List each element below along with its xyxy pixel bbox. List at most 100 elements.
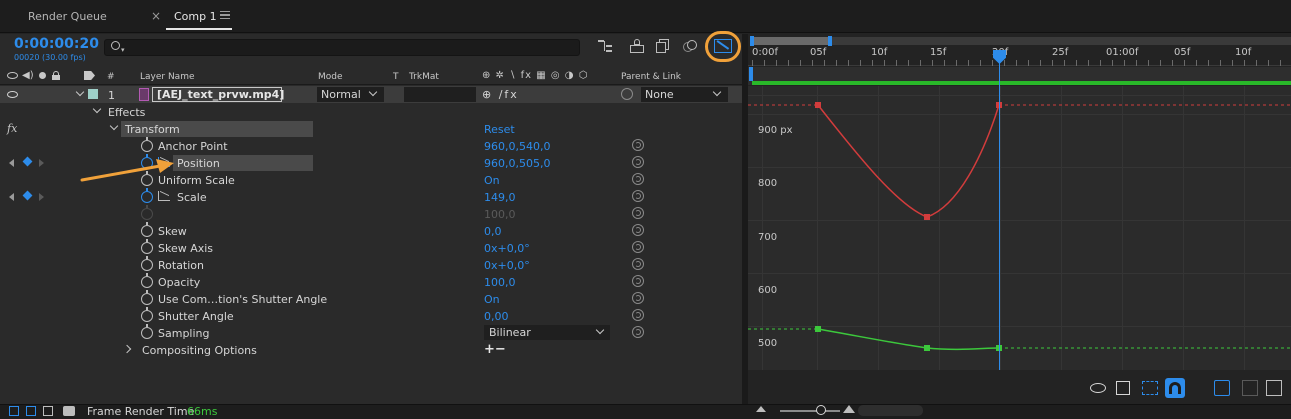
transform-row[interactable]: fx Transform Reset: [0, 121, 742, 138]
anchor-point-stopwatch-icon[interactable]: [141, 137, 153, 152]
transform-box-icon[interactable]: [1142, 381, 1158, 395]
compositing-options-row[interactable]: Compositing Options +−: [0, 342, 742, 359]
compositing-expand-caret[interactable]: [122, 344, 132, 354]
render-time-icon[interactable]: [63, 406, 75, 416]
solo-icon[interactable]: [39, 72, 46, 79]
rotation-row[interactable]: Rotation 0x+0,0°: [0, 256, 742, 274]
layer-name[interactable]: [AEJ_text_prvw.mp4]: [152, 87, 284, 102]
graph-curves[interactable]: [748, 86, 1291, 370]
use-comp-shutter-value[interactable]: On: [484, 293, 500, 306]
sampling-pickwhip-icon[interactable]: [632, 326, 644, 338]
opacity-row[interactable]: Opacity 100,0: [0, 273, 742, 291]
uniform-scale-value[interactable]: On: [484, 174, 500, 187]
opacity-value[interactable]: 100,0: [484, 276, 516, 289]
layer-duration-bar[interactable]: [752, 81, 1291, 85]
scale-value[interactable]: 149,0: [484, 191, 516, 204]
skew-stopwatch-icon[interactable]: [141, 222, 153, 237]
use-comp-shutter-stopwatch-icon[interactable]: [141, 290, 153, 305]
rotation-value[interactable]: 0x+0,0°: [484, 259, 530, 272]
scale-next-keyframe-icon[interactable]: [39, 193, 44, 201]
position-value[interactable]: 960,0,505,0: [484, 157, 550, 170]
opacity-pickwhip-icon[interactable]: [632, 275, 644, 287]
layer-visibility-icon[interactable]: [7, 91, 18, 98]
toggle-modes-icon[interactable]: [26, 406, 36, 416]
show-properties-eye-icon[interactable]: [1090, 383, 1106, 393]
anchor-point-value[interactable]: 960,0,540,0: [484, 140, 550, 153]
work-area-range[interactable]: [752, 37, 830, 45]
tab-close-icon[interactable]: ×: [151, 9, 161, 23]
motion-blur-icon[interactable]: [683, 40, 697, 53]
trkmat-select[interactable]: [404, 87, 476, 102]
fx-icon[interactable]: fx: [7, 122, 17, 135]
use-comp-shutter-row[interactable]: Use Com…tion's Shutter Angle On: [0, 290, 742, 308]
fit-selection-icon[interactable]: [1214, 380, 1230, 396]
parent-pickwhip-icon[interactable]: [621, 88, 633, 100]
fit-all-icon[interactable]: [1242, 380, 1258, 396]
zoom-slider-track[interactable]: [780, 410, 840, 412]
use-comp-shutter-pickwhip-icon[interactable]: [632, 292, 644, 304]
separate-dimensions-icon[interactable]: [1266, 380, 1282, 396]
skew-value[interactable]: 0,0: [484, 225, 502, 238]
shutter-angle-stopwatch-icon[interactable]: [141, 307, 153, 322]
effects-row[interactable]: Effects: [0, 104, 742, 121]
position-pickwhip-icon[interactable]: [632, 156, 644, 168]
tab-comp-1[interactable]: Comp 1: [174, 10, 217, 23]
tab-menu-icon[interactable]: [220, 11, 230, 19]
anchor-point-row[interactable]: Anchor Point 960,0,540,0: [0, 137, 742, 155]
position-next-keyframe-icon[interactable]: [39, 159, 44, 167]
layer-label-color[interactable]: [88, 89, 98, 99]
tab-render-queue[interactable]: Render Queue: [28, 10, 107, 23]
work-area-start-handle[interactable]: [750, 36, 754, 46]
column-header-mode[interactable]: Mode: [318, 72, 343, 82]
lock-icon[interactable]: [52, 71, 60, 80]
zoom-in-icon[interactable]: [843, 405, 855, 413]
playhead-line[interactable]: [999, 52, 1000, 370]
effects-expand-caret[interactable]: [92, 104, 102, 114]
uniform-scale-pickwhip-icon[interactable]: [632, 173, 644, 185]
transform-reset-link[interactable]: Reset: [484, 123, 515, 136]
timeline-scrollbar[interactable]: [858, 405, 923, 416]
work-area-end-handle[interactable]: [828, 36, 832, 46]
skew-pickwhip-icon[interactable]: [632, 224, 644, 236]
opacity-stopwatch-icon[interactable]: [141, 273, 153, 288]
column-header-layer-name[interactable]: Layer Name: [140, 72, 195, 82]
anchor-point-pickwhip-icon[interactable]: [632, 139, 644, 151]
work-area-bar[interactable]: [752, 37, 1291, 45]
scale-pickwhip-icon[interactable]: [632, 190, 644, 202]
scale-keyframe-icon[interactable]: [22, 190, 33, 201]
sampling-stopwatch-icon[interactable]: [141, 324, 153, 339]
toggle-switches-icon[interactable]: [9, 406, 19, 416]
position-keyframe-icon[interactable]: [22, 156, 33, 167]
audio-icon[interactable]: ◀): [22, 70, 34, 81]
column-header-trkmat[interactable]: TrkMat: [409, 72, 439, 82]
timecode-display[interactable]: 0:00:00:20: [14, 36, 99, 52]
eye-icon[interactable]: [7, 72, 18, 79]
zoom-out-icon[interactable]: [756, 406, 766, 412]
shutter-angle-pickwhip-icon[interactable]: [632, 309, 644, 321]
sampling-select[interactable]: Bilinear: [484, 325, 610, 340]
draft-3d-icon[interactable]: [630, 39, 644, 53]
snap-magnet-icon[interactable]: [1165, 378, 1185, 398]
shutter-angle-value[interactable]: 0,00: [484, 310, 509, 323]
sampling-row[interactable]: Sampling Bilinear: [0, 324, 742, 342]
scale-row[interactable]: Scale 149,0: [0, 188, 742, 206]
rotation-stopwatch-icon[interactable]: [141, 256, 153, 271]
scale-graph-icon[interactable]: [158, 191, 170, 201]
column-header-parent-link[interactable]: Parent & Link: [621, 72, 681, 82]
skew-axis-row[interactable]: Skew Axis 0x+0,0°: [0, 239, 742, 257]
skew-axis-pickwhip-icon[interactable]: [632, 241, 644, 253]
layer-in-point-handle[interactable]: [749, 67, 753, 81]
search-input[interactable]: [104, 39, 580, 56]
graph-type-icon[interactable]: [1116, 381, 1130, 395]
toggle-in-out-icon[interactable]: [43, 406, 53, 416]
zoom-slider-thumb[interactable]: [816, 405, 826, 415]
comp-flowchart-icon[interactable]: [598, 40, 612, 52]
rotation-pickwhip-icon[interactable]: [632, 258, 644, 270]
skew-axis-stopwatch-icon[interactable]: [141, 239, 153, 254]
position-prev-keyframe-icon[interactable]: [9, 159, 14, 167]
frame-blending-icon[interactable]: [656, 39, 670, 53]
shutter-angle-row[interactable]: Shutter Angle 0,00: [0, 307, 742, 325]
transform-expand-caret[interactable]: [109, 121, 119, 131]
skew-row[interactable]: Skew 0,0: [0, 222, 742, 240]
scale-prev-keyframe-icon[interactable]: [9, 193, 14, 201]
